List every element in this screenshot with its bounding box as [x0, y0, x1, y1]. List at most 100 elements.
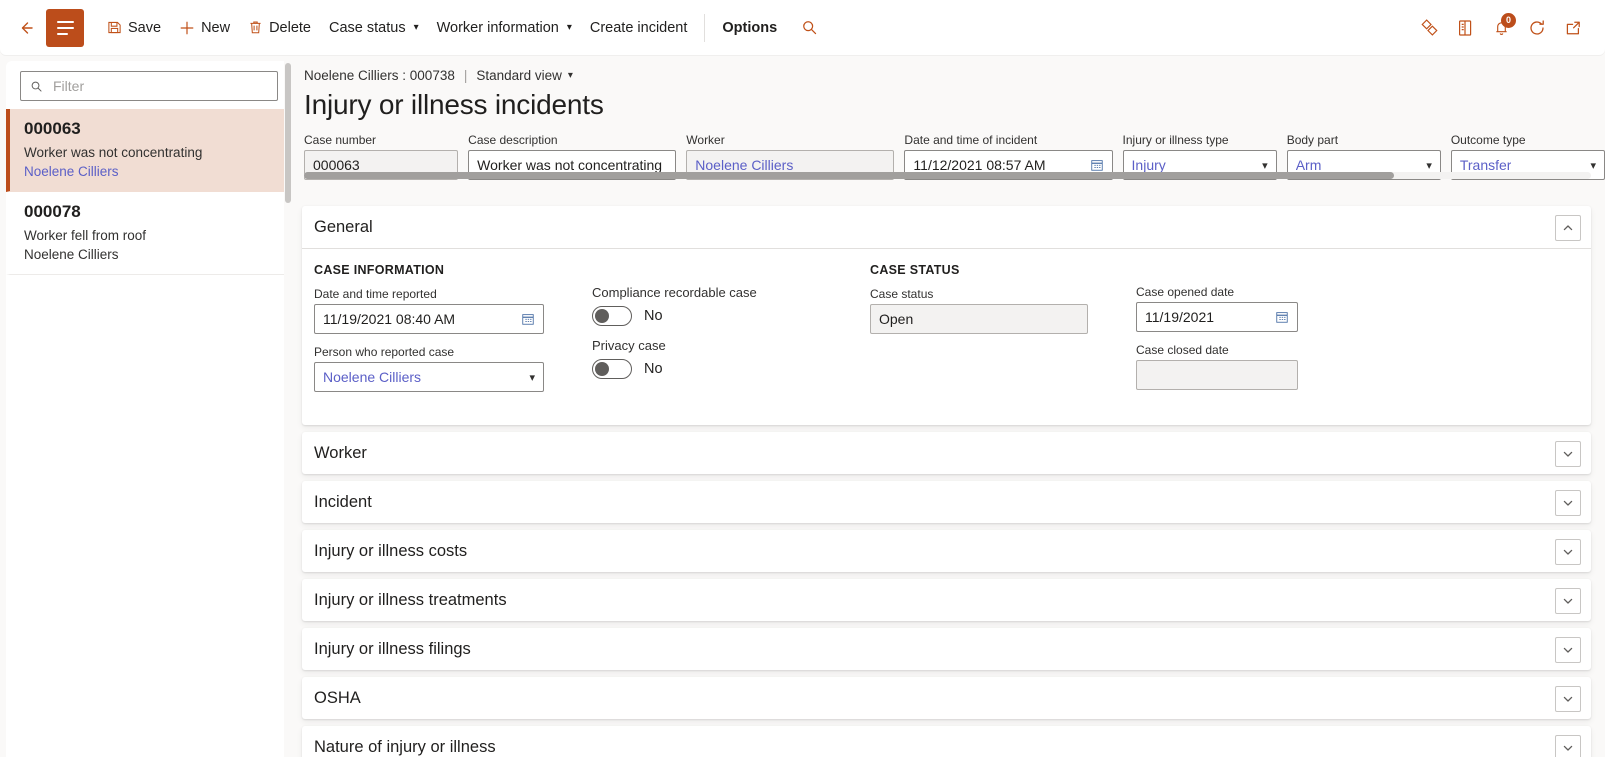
section-expand-button[interactable]: [1555, 686, 1581, 712]
calendar-icon[interactable]: [1275, 310, 1289, 324]
record-id: 000063: [24, 119, 81, 138]
section-expand-button[interactable]: [1555, 539, 1581, 565]
chevron-down-icon: ▾: [1590, 159, 1596, 172]
section-expand-button[interactable]: [1555, 490, 1581, 516]
section-expand-button[interactable]: [1555, 735, 1581, 757]
breadcrumb: Noelene Cilliers : 000738 | Standard vie…: [302, 55, 1605, 83]
privacy-case-toggle[interactable]: [592, 359, 632, 379]
toggle-value: No: [644, 308, 663, 324]
field-value: Injury: [1131, 157, 1166, 173]
scrollbar-thumb[interactable]: [285, 63, 291, 203]
book-panel-icon[interactable]: [1447, 10, 1483, 46]
field-value: Noelene Cilliers: [323, 369, 422, 385]
person-who-reported-dropdown[interactable]: Noelene Cilliers ▾: [314, 362, 544, 392]
search-button[interactable]: [792, 11, 826, 45]
case-closed-date-input[interactable]: [1136, 360, 1298, 390]
new-button[interactable]: New: [170, 11, 239, 45]
section-title: Injury or illness costs: [314, 541, 468, 560]
left-panel-scrollbar[interactable]: [284, 61, 292, 757]
field-label: Worker: [686, 133, 725, 147]
app-body: 000063 Worker was not concentrating Noel…: [0, 55, 1605, 757]
refresh-icon[interactable]: [1519, 10, 1555, 46]
section-expand-button[interactable]: [1555, 588, 1581, 614]
field-label: Body part: [1286, 133, 1339, 147]
calendar-icon[interactable]: [521, 312, 535, 326]
section-header[interactable]: Nature of injury or illness: [302, 726, 1591, 757]
compliance-recordable-toggle[interactable]: [592, 306, 632, 326]
notifications-bell-icon[interactable]: 0: [1483, 10, 1519, 46]
navigation-menu-button[interactable]: [46, 8, 84, 47]
filter-area: [6, 61, 292, 109]
scrollbar-thumb[interactable]: [304, 172, 1394, 179]
calendar-icon[interactable]: [1090, 158, 1104, 172]
chevron-down-icon: ▾: [529, 371, 535, 384]
section-header[interactable]: General: [302, 206, 1591, 248]
record-id: 000078: [24, 202, 81, 221]
field-label: Compliance recordable case: [592, 285, 757, 300]
list-item[interactable]: 000063 Worker was not concentrating Noel…: [6, 109, 292, 192]
field-date-time-reported: Date and time reported 11/19/2021 08:40 …: [314, 287, 544, 334]
section-title: Incident: [314, 492, 372, 511]
section-header[interactable]: OSHA: [302, 677, 1591, 719]
back-button[interactable]: [10, 12, 42, 44]
field-value: Arm: [1295, 157, 1322, 173]
field-value: 11/12/2021 08:57 AM: [913, 157, 1046, 173]
open-in-new-window-icon[interactable]: [1555, 10, 1591, 46]
chevron-down-icon: ▾: [1426, 159, 1432, 172]
create-incident-button[interactable]: Create incident: [581, 11, 697, 45]
field-value: Transfer: [1459, 157, 1512, 173]
field-label: Case description: [468, 133, 558, 147]
section-injury-illness-filings: Injury or illness filings: [302, 628, 1591, 670]
view-selector[interactable]: Standard view ▾: [476, 68, 573, 83]
section-expand-button[interactable]: [1555, 441, 1581, 467]
delete-button[interactable]: Delete: [239, 11, 320, 45]
list-item[interactable]: 000078 Worker fell from roof Noelene Cil…: [6, 192, 292, 275]
filter-input[interactable]: [51, 77, 268, 95]
view-selector-label: Standard view: [476, 68, 562, 83]
section-expand-button[interactable]: [1555, 637, 1581, 663]
section-collapse-button[interactable]: [1555, 215, 1581, 241]
record-person: Noelene Cilliers: [24, 164, 119, 179]
header-horizontal-scrollbar[interactable]: [304, 172, 1591, 179]
field-value: 11/19/2021: [1145, 309, 1215, 325]
section-header[interactable]: Injury or illness filings: [302, 628, 1591, 670]
save-button[interactable]: Save: [98, 11, 170, 45]
delete-label: Delete: [269, 19, 311, 36]
notification-badge: 0: [1501, 12, 1516, 28]
worker-information-menu-label: Worker information: [436, 19, 559, 36]
section-header[interactable]: Incident: [302, 481, 1591, 523]
field-label: Person who reported case: [314, 345, 455, 359]
worker-information-menu[interactable]: Worker information ▾: [428, 11, 581, 45]
field-case-closed-date: Case closed date: [1136, 343, 1298, 390]
case-opened-date-input[interactable]: 11/19/2021: [1136, 302, 1298, 332]
options-tab[interactable]: Options: [713, 11, 786, 45]
general-body: Case information Date and time reported …: [302, 249, 1591, 425]
new-label: New: [201, 19, 231, 36]
toggle-line: No: [592, 306, 822, 326]
chevron-down-icon: ▾: [413, 22, 419, 33]
diamond-tools-icon[interactable]: [1411, 10, 1447, 46]
case-status-menu[interactable]: Case status ▾: [320, 11, 428, 45]
section-header[interactable]: Injury or illness treatments: [302, 579, 1591, 621]
field-label: Case opened date: [1136, 285, 1235, 299]
record-person: Noelene Cilliers: [24, 247, 119, 262]
chevron-down-icon: ▾: [567, 70, 573, 81]
field-value: 11/19/2021 08:40 AM: [323, 311, 456, 327]
filter-box[interactable]: [20, 71, 278, 101]
case-information-group: Case information Date and time reported …: [314, 263, 544, 403]
field-label: Date and time reported: [314, 287, 437, 301]
section-header[interactable]: Worker: [302, 432, 1591, 474]
case-status-menu-label: Case status: [329, 19, 406, 36]
group-title: Case status: [870, 263, 960, 277]
section-worker: Worker: [302, 432, 1591, 474]
record-description: Worker was not concentrating: [24, 145, 203, 160]
field-person-who-reported-case: Person who reported case Noelene Cillier…: [314, 345, 544, 392]
date-time-reported-input[interactable]: 11/19/2021 08:40 AM: [314, 304, 544, 334]
case-flags-group: Compliance recordable case No Privacy ca…: [592, 263, 822, 403]
record-list-panel: 000063 Worker was not concentrating Noel…: [6, 61, 292, 757]
section-header[interactable]: Injury or illness costs: [302, 530, 1591, 572]
breadcrumb-separator: |: [463, 68, 468, 83]
case-status-input[interactable]: Open: [870, 304, 1088, 334]
